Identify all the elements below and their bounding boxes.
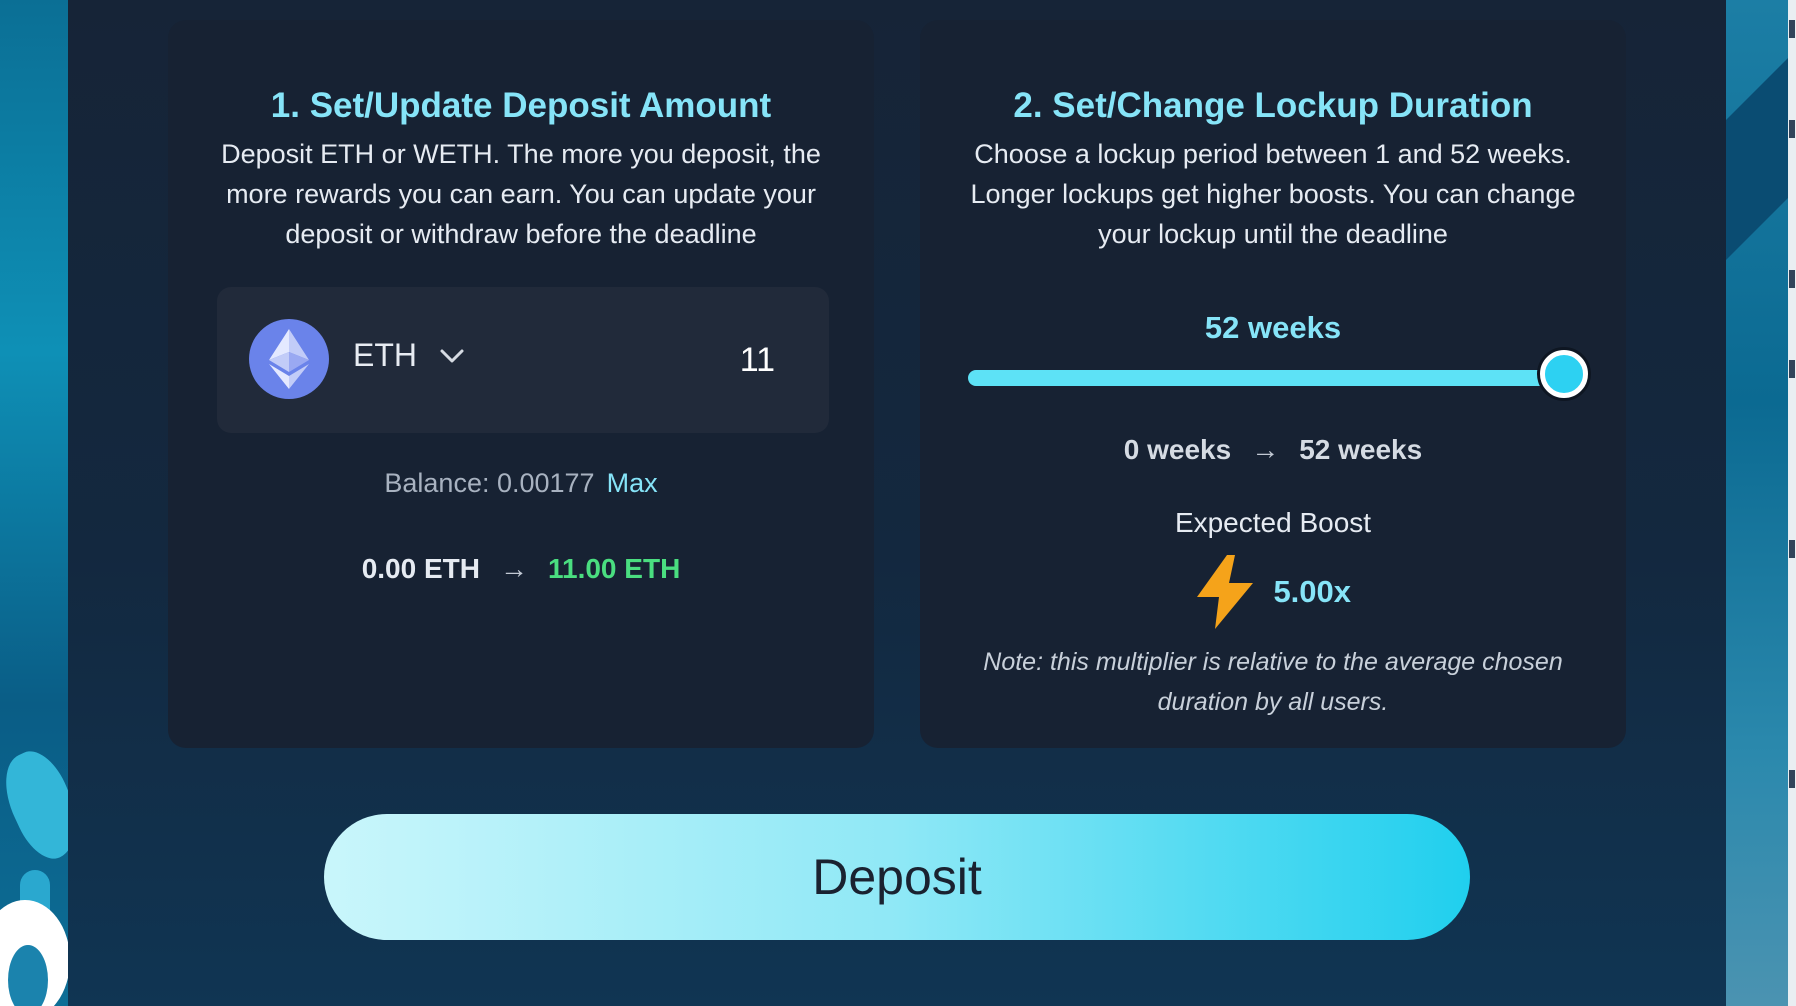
lockup-slider-track[interactable]: [968, 350, 1588, 398]
balance-label: Balance: 0.00177: [384, 468, 595, 498]
deposit-card-title: 1. Set/Update Deposit Amount: [270, 86, 772, 125]
lockup-slider-thumb[interactable]: [1540, 350, 1588, 398]
max-button[interactable]: Max: [607, 468, 658, 498]
boost-value: 5.00x: [1273, 574, 1352, 609]
current-deposit-amount: 0.00 ETH: [361, 553, 480, 584]
background-right-decoration: [1726, 0, 1796, 1006]
lockup-slider-fill: [968, 370, 1564, 386]
deposit-change-row: 0.00 ETH → 11.00 ETH: [168, 553, 874, 585]
weeks-change-row: 0 weeks → 52 weeks: [920, 434, 1626, 466]
expected-boost-label: Expected Boost: [1174, 507, 1372, 538]
deposit-card-description: Deposit ETH or WETH. The more you deposi…: [221, 139, 821, 249]
lockup-duration-card: 2. Set/Change Lockup Duration Choose a l…: [920, 20, 1626, 748]
token-select[interactable]: ETH: [353, 337, 417, 374]
deposit-button[interactable]: Deposit: [324, 814, 1470, 940]
deposit-amount-card: 1. Set/Update Deposit Amount Deposit ETH…: [168, 20, 874, 748]
arrow-right-icon: →: [1251, 434, 1280, 465]
new-weeks: 52 weeks: [1299, 434, 1423, 465]
lightning-bolt-icon: [1196, 555, 1253, 629]
ethereum-icon: [249, 319, 329, 399]
background-left-decoration: [0, 0, 68, 1006]
lockup-card-title: 2. Set/Change Lockup Duration: [1013, 86, 1533, 125]
arrow-right-icon: →: [499, 553, 528, 584]
boost-note: Note: this multiplier is relative to the…: [983, 648, 1563, 716]
deposit-amount-input[interactable]: [633, 331, 777, 389]
chevron-down-icon[interactable]: [439, 343, 465, 369]
boost-row: 5.00x: [920, 555, 1626, 631]
deposit-panel: 1. Set/Update Deposit Amount Deposit ETH…: [68, 0, 1726, 1006]
current-weeks: 0 weeks: [1123, 434, 1232, 465]
selected-weeks-label: 52 weeks: [1204, 310, 1342, 345]
lockup-card-description: Choose a lockup period between 1 and 52 …: [970, 139, 1576, 249]
token-amount-box: ETH: [217, 287, 829, 433]
balance-row: Balance: 0.00177 Max: [168, 468, 874, 499]
new-deposit-amount: 11.00 ETH: [547, 553, 681, 584]
